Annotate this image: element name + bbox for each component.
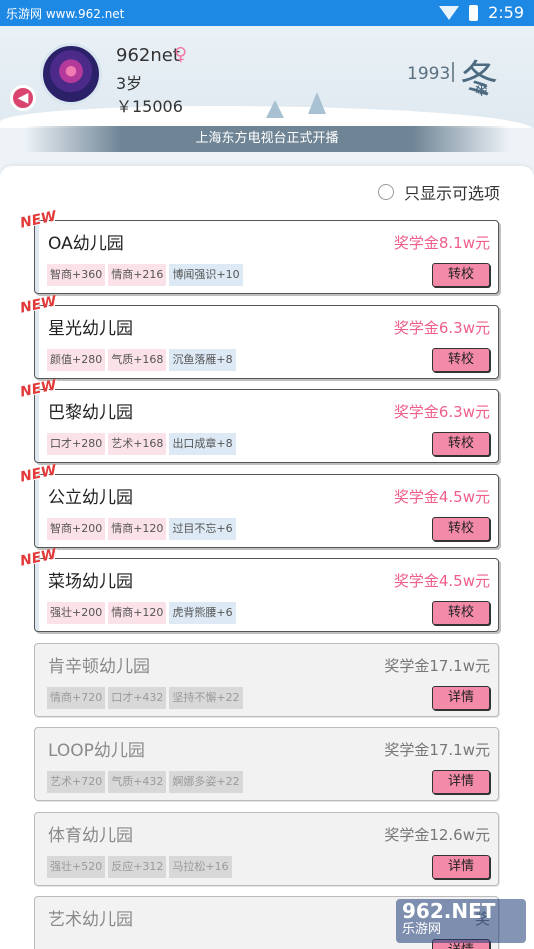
stat-tag: 马拉松+16 — [169, 856, 232, 878]
school-card[interactable]: LOOP幼儿园 奖学金17.1w元艺术+720 气质+432 婀娜多姿+22 详情 — [34, 727, 499, 801]
stat-tag: 气质+168 — [108, 349, 167, 371]
school-name: 肯辛顿幼儿园 — [48, 657, 150, 677]
profile-header: ◀ 962net ♀ 3岁 ￥15006 1993 冬 ❄ — [0, 26, 534, 128]
radio-button[interactable] — [378, 184, 394, 200]
stat-tag: 坚持不懈+22 — [169, 687, 243, 709]
transfer-button[interactable]: 转校 — [432, 601, 490, 625]
school-card[interactable]: 体育幼儿园 奖学金12.6w元强壮+520 反应+312 马拉松+16 详情 — [34, 812, 499, 886]
stat-tag: 婀娜多姿+22 — [169, 771, 243, 793]
tree-icon — [266, 100, 284, 118]
filter-toggle[interactable]: 只显示可选项 — [378, 180, 500, 204]
battery-icon — [469, 4, 479, 21]
stat-tag: 反应+312 — [108, 856, 167, 878]
stat-tag: 过目不忘+6 — [169, 518, 236, 540]
school-name: 公立幼儿园 — [48, 488, 133, 508]
back-button[interactable]: ◀ — [10, 85, 36, 111]
player-money: ￥15006 — [116, 97, 183, 116]
stat-tag: 口才+280 — [47, 433, 106, 455]
transfer-button[interactable]: 转校 — [432, 517, 490, 541]
site-watermark: 962.NET 乐游网 — [396, 899, 526, 943]
transfer-button[interactable]: 转校 — [432, 263, 490, 287]
stat-tags: 智商+360 情商+216 博闻强识+10 — [47, 264, 243, 286]
stat-tags: 情商+720 口才+432 坚持不懈+22 — [47, 687, 243, 709]
scholarship-amount: 奖学金12.6w元 — [384, 826, 490, 844]
stat-tags: 口才+280 艺术+168 出口成章+8 — [47, 433, 236, 455]
stat-tag: 艺术+168 — [108, 433, 167, 455]
filter-label: 只显示可选项 — [404, 184, 501, 203]
stat-tag: 情商+720 — [47, 687, 106, 709]
stat-tags: 颜值+280 气质+168 沉鱼落雁+8 — [47, 349, 236, 371]
tree-icon — [308, 92, 326, 114]
details-button[interactable]: 详情 — [432, 855, 490, 879]
stat-tag: 出口成章+8 — [169, 433, 236, 455]
school-card[interactable]: OA幼儿园 奖学金8.1w元智商+360 情商+216 博闻强识+10 转校 — [34, 220, 499, 294]
school-name: 艺术幼儿园 — [48, 910, 133, 930]
stat-tag: 智商+200 — [47, 518, 106, 540]
watermark-sub: 乐游网 — [402, 922, 442, 937]
stat-tag: 艺术+720 — [47, 771, 106, 793]
scholarship-amount: 奖学金17.1w元 — [384, 741, 490, 759]
wifi-icon — [439, 5, 460, 20]
stat-tag: 沉鱼落雁+8 — [169, 349, 236, 371]
news-banner: 上海东方电视台正式开播 — [24, 126, 510, 152]
stat-tag: 博闻强识+10 — [169, 264, 243, 286]
scholarship-amount: 奖学金6.3w元 — [393, 403, 490, 421]
avatar[interactable] — [40, 43, 102, 105]
school-card[interactable]: 巴黎幼儿园 奖学金6.3w元口才+280 艺术+168 出口成章+8 转校 — [34, 389, 499, 463]
school-name: OA幼儿园 — [48, 234, 124, 254]
stat-tag: 口才+432 — [108, 687, 167, 709]
player-name: 962net — [116, 45, 180, 66]
scholarship-amount: 奖学金4.5w元 — [393, 572, 490, 590]
stat-tags: 强壮+200 情商+120 虎背熊腰+6 — [47, 602, 236, 624]
school-name: 巴黎幼儿园 — [48, 403, 133, 423]
scholarship-amount: 奖学金17.1w元 — [384, 657, 490, 675]
snowflake-icon: ❄ — [474, 80, 490, 101]
scholarship-amount: 奖学金4.5w元 — [393, 488, 490, 506]
school-name: 菜场幼儿园 — [48, 572, 133, 592]
stat-tag: 情商+120 — [108, 602, 167, 624]
school-card[interactable]: 肯辛顿幼儿园 奖学金17.1w元情商+720 口才+432 坚持不懈+22 详情 — [34, 643, 499, 717]
school-list-panel: 只显示可选项 OA幼儿园 奖学金8.1w元智商+360 情商+216 博闻强识+10 转… — [0, 166, 534, 949]
school-card[interactable]: 公立幼儿园 奖学金4.5w元智商+200 情商+120 过目不忘+6 转校 — [34, 474, 499, 548]
details-button[interactable]: 详情 — [432, 686, 490, 710]
stat-tag: 强壮+200 — [47, 602, 106, 624]
status-bar: 乐游网 www.962.net 2:59 — [0, 0, 534, 26]
stat-tag: 虎背熊腰+6 — [169, 602, 236, 624]
player-age: 3岁 — [116, 74, 143, 93]
status-time: 2:59 — [488, 3, 524, 22]
stat-tag: 气质+432 — [108, 771, 167, 793]
stat-tag: 智商+360 — [47, 264, 106, 286]
scholarship-amount: 奖学金6.3w元 — [393, 319, 490, 337]
stat-tags: 智商+200 情商+120 过目不忘+6 — [47, 518, 236, 540]
stat-tag: 颜值+280 — [47, 349, 106, 371]
status-site-text: 乐游网 www.962.net — [6, 7, 125, 21]
current-year: 1993 — [407, 64, 451, 84]
stat-tag: 情商+216 — [108, 264, 167, 286]
school-card[interactable]: 星光幼儿园 奖学金6.3w元颜值+280 气质+168 沉鱼落雁+8 转校 — [34, 305, 499, 379]
school-card[interactable]: 菜场幼儿园 奖学金4.5w元强壮+200 情商+120 虎背熊腰+6 转校 — [34, 558, 499, 632]
stat-tag: 情商+120 — [108, 518, 167, 540]
details-button[interactable]: 详情 — [432, 770, 490, 794]
stat-tags: 强壮+520 反应+312 马拉松+16 — [47, 856, 232, 878]
year-divider — [452, 62, 454, 82]
school-name: LOOP幼儿园 — [48, 741, 145, 761]
stat-tag: 强壮+520 — [47, 856, 106, 878]
stat-tags: 艺术+720 气质+432 婀娜多姿+22 — [47, 771, 243, 793]
school-name: 星光幼儿园 — [48, 319, 133, 339]
watermark-brand: 962.NET — [402, 899, 496, 923]
school-name: 体育幼儿园 — [48, 826, 133, 846]
scholarship-amount: 奖学金8.1w元 — [393, 234, 490, 252]
transfer-button[interactable]: 转校 — [432, 348, 490, 372]
female-icon: ♀ — [174, 44, 188, 65]
transfer-button[interactable]: 转校 — [432, 432, 490, 456]
